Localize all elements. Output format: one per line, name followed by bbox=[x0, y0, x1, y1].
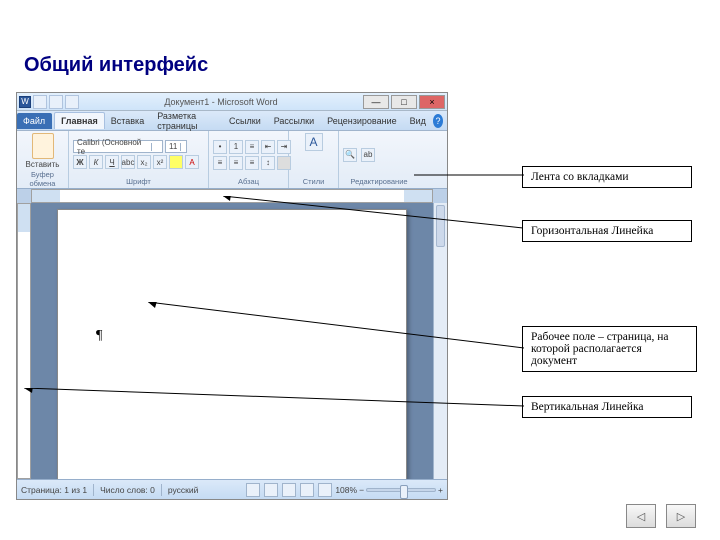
callout-ribbon: Лента со вкладками bbox=[522, 166, 692, 188]
prev-slide-button[interactable]: ◁ bbox=[626, 504, 656, 528]
zoom-in-button[interactable]: + bbox=[438, 485, 443, 495]
workspace: ¶ bbox=[17, 189, 447, 479]
status-language[interactable]: русский bbox=[168, 485, 199, 495]
paste-button[interactable] bbox=[32, 133, 54, 159]
align-center-button[interactable]: ≡ bbox=[229, 156, 243, 170]
document-page[interactable]: ¶ bbox=[57, 209, 407, 479]
view-draft-button[interactable] bbox=[318, 483, 332, 497]
ribbon-group-editing: 🔍 ab Редактирование bbox=[339, 131, 419, 188]
ribbon: Вставить Буфер обмена Calibri (Основной … bbox=[17, 131, 447, 189]
help-icon[interactable]: ? bbox=[433, 114, 443, 128]
italic-button[interactable]: К bbox=[89, 155, 103, 169]
horizontal-ruler[interactable] bbox=[31, 189, 433, 203]
highlight-button[interactable] bbox=[169, 155, 183, 169]
qat-redo-icon[interactable] bbox=[65, 95, 79, 109]
statusbar: Страница: 1 из 1 Число слов: 0 русский 1… bbox=[17, 479, 447, 499]
tab-review[interactable]: Рецензирование bbox=[321, 113, 404, 129]
view-print-button[interactable] bbox=[246, 483, 260, 497]
font-size-combo[interactable]: 11 bbox=[165, 140, 187, 153]
font-group-label: Шрифт bbox=[73, 176, 204, 186]
tab-layout[interactable]: Разметка страницы bbox=[151, 108, 223, 134]
editing-group-label: Редактирование bbox=[343, 176, 415, 186]
tab-view[interactable]: Вид bbox=[404, 113, 433, 129]
align-left-button[interactable]: ≡ bbox=[213, 156, 227, 170]
slide-title: Общий интерфейс bbox=[24, 54, 208, 77]
close-button[interactable]: × bbox=[419, 95, 445, 109]
linespacing-button[interactable]: ↕ bbox=[261, 156, 275, 170]
callout-hruler: Горизонтальная Линейка bbox=[522, 220, 692, 242]
underline-button[interactable]: Ч bbox=[105, 155, 119, 169]
bold-button[interactable]: Ж bbox=[73, 155, 87, 169]
next-slide-button[interactable]: ▷ bbox=[666, 504, 696, 528]
ribbon-group-styles: A Стили bbox=[289, 131, 339, 188]
ribbon-tabs: Файл Главная Вставка Разметка страницы С… bbox=[17, 111, 447, 131]
ribbon-group-font: Calibri (Основной те 11 Ж К Ч abc x₂ x² … bbox=[69, 131, 209, 188]
titlebar: W Документ1 - Microsoft Word — □ × bbox=[17, 93, 447, 111]
find-button[interactable]: 🔍 bbox=[343, 148, 357, 162]
tab-mail[interactable]: Рассылки bbox=[268, 113, 321, 129]
sub-button[interactable]: x₂ bbox=[137, 155, 151, 169]
font-name-combo[interactable]: Calibri (Основной те bbox=[73, 140, 163, 153]
nav-arrows: ◁ ▷ bbox=[626, 504, 696, 528]
ribbon-group-paragraph: • 1 ≡ ⇤ ⇥ ≡ ≡ ≡ ↕ Абзац bbox=[209, 131, 289, 188]
callout-vruler: Вертикальная Линейка bbox=[522, 396, 692, 418]
status-words: Число слов: 0 bbox=[100, 485, 155, 495]
sup-button[interactable]: x² bbox=[153, 155, 167, 169]
view-read-button[interactable] bbox=[264, 483, 278, 497]
paragraph-mark-icon: ¶ bbox=[96, 328, 102, 344]
view-outline-button[interactable] bbox=[300, 483, 314, 497]
bullets-button[interactable]: • bbox=[213, 140, 227, 154]
qat-save-icon[interactable] bbox=[33, 95, 47, 109]
tab-home[interactable]: Главная bbox=[54, 112, 105, 129]
window-title: Документ1 - Microsoft Word bbox=[81, 97, 361, 107]
align-right-button[interactable]: ≡ bbox=[245, 156, 259, 170]
numbering-button[interactable]: 1 bbox=[229, 140, 243, 154]
vertical-ruler[interactable] bbox=[17, 203, 31, 479]
strike-button[interactable]: abc bbox=[121, 155, 135, 169]
minimize-button[interactable]: — bbox=[363, 95, 389, 109]
tab-refs[interactable]: Ссылки bbox=[223, 113, 268, 129]
ribbon-group-clipboard: Вставить Буфер обмена bbox=[17, 131, 69, 188]
vertical-scrollbar[interactable] bbox=[433, 203, 447, 479]
tab-insert[interactable]: Вставка bbox=[105, 113, 151, 129]
maximize-button[interactable]: □ bbox=[391, 95, 417, 109]
view-web-button[interactable] bbox=[282, 483, 296, 497]
status-page: Страница: 1 из 1 bbox=[21, 485, 87, 495]
replace-button[interactable]: ab bbox=[361, 148, 375, 162]
status-zoom[interactable]: 108% bbox=[335, 485, 357, 495]
zoom-out-button[interactable]: − bbox=[359, 485, 364, 495]
styles-group-label: Стили bbox=[293, 176, 334, 186]
multilist-button[interactable]: ≡ bbox=[245, 140, 259, 154]
qat-undo-icon[interactable] bbox=[49, 95, 63, 109]
word-icon: W bbox=[19, 96, 31, 108]
word-window: W Документ1 - Microsoft Word — □ × Файл … bbox=[16, 92, 448, 500]
indent-dec-button[interactable]: ⇤ bbox=[261, 140, 275, 154]
clipboard-group-label: Буфер обмена bbox=[21, 169, 64, 188]
callout-workarea: Рабочее поле – страница, на которой расп… bbox=[522, 326, 697, 372]
paste-label: Вставить bbox=[26, 160, 60, 169]
zoom-slider[interactable] bbox=[366, 488, 436, 492]
document-area: ¶ bbox=[31, 203, 433, 479]
styles-button[interactable]: A bbox=[305, 133, 323, 151]
tab-file[interactable]: Файл bbox=[17, 113, 52, 129]
paragraph-group-label: Абзац bbox=[213, 176, 284, 186]
color-button[interactable]: A bbox=[185, 155, 199, 169]
